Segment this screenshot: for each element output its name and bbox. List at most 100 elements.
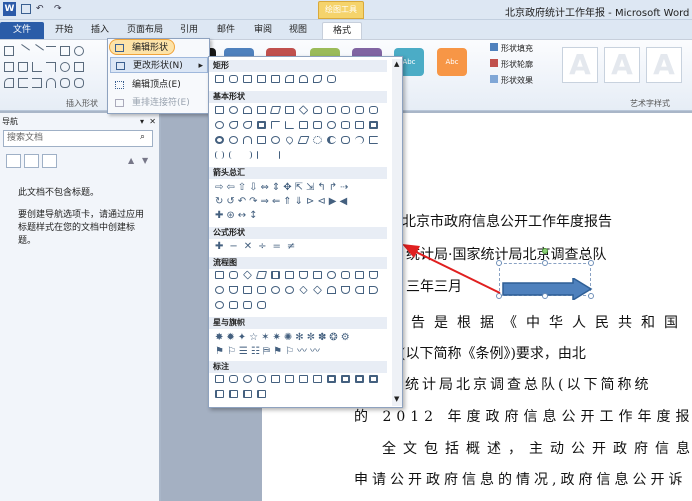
callout-bordered-icon[interactable] [355,375,364,383]
arrow-icon[interactable] [60,62,70,72]
right-brace-icon[interactable] [271,151,280,159]
chevron-down-icon[interactable]: ▾ [140,115,144,128]
round-rectangle-icon[interactable] [285,75,294,83]
left-brace-icon[interactable] [257,151,266,159]
callout-bordered-icon[interactable] [369,375,378,383]
offpage-connector-icon[interactable] [229,286,238,294]
line-icon[interactable] [46,46,56,56]
summing-junction-icon[interactable] [271,286,280,294]
alternate-process-icon[interactable] [229,271,238,279]
nav-search-input[interactable]: 搜索文档 [3,130,153,147]
connector-icon[interactable] [215,286,224,294]
internal-storage-icon[interactable] [285,271,294,279]
callout-accent-icon[interactable] [215,390,224,398]
merge-icon[interactable] [341,286,350,294]
hexagon-icon[interactable] [327,106,336,114]
display-icon[interactable] [257,301,266,309]
doc-line[interactable]: 家统计局北京调查总队(以下简称统 [388,374,651,394]
doc-line[interactable]: 申请公开政府信息的情况,政府信息公开诉 [354,469,686,489]
parallelogram-icon[interactable] [269,106,282,114]
line-icon[interactable] [30,44,44,58]
resize-handle[interactable] [588,260,594,266]
plaque-icon[interactable] [327,121,336,129]
redo-icon[interactable]: ↷ [54,2,62,16]
donut-icon[interactable] [215,136,224,144]
connector-icon[interactable] [46,62,56,72]
scroll-up-icon[interactable]: ▲ [394,60,399,68]
data-icon[interactable] [255,271,268,279]
diagonal-stripe-icon[interactable] [299,121,308,129]
punched-tape-icon[interactable] [257,286,266,294]
triangle-icon[interactable] [18,62,28,72]
bracket-icon[interactable] [369,136,378,144]
tab-home[interactable]: 开始 [50,22,78,39]
decision-icon[interactable] [242,270,253,280]
callout-line-icon[interactable] [285,375,294,383]
manual-input-icon[interactable] [355,271,364,279]
oval-icon[interactable] [229,106,238,114]
rectangle-icon[interactable] [215,75,224,83]
text-box-icon[interactable] [4,46,14,56]
chord-icon[interactable] [229,121,238,129]
collate-icon[interactable] [299,285,308,295]
preparation-icon[interactable] [341,271,350,279]
block-arrows-grid[interactable]: ⇨⇦⇧⇩⇔⇕✥⇱⇲↰↱⇢ ↻↺↶↷⇒⇐⇑⇓⊳⊲▶◀ ✚⊛↔↕ [215,181,385,225]
shape-style-orange[interactable]: Abc [437,48,467,76]
direct-access-storage-icon[interactable] [243,301,252,309]
block-arrows-row-1[interactable]: ⇨⇦⇧⇩⇔⇕✥⇱⇲↰↱⇢ [215,181,385,195]
rectangle-icon[interactable] [4,62,14,72]
octagon-icon[interactable] [355,106,364,114]
heptagon-icon[interactable] [341,106,350,114]
shape-effect-button[interactable]: 形状效果 [490,75,533,87]
triangle-icon[interactable] [243,106,252,114]
extract-icon[interactable] [327,286,336,294]
tab-review[interactable]: 审阅 [249,22,277,39]
wordart-style-3[interactable]: A [646,47,682,83]
tab-results[interactable] [42,154,57,168]
right-bracket-icon[interactable] [243,151,252,159]
edit-points-menu-item[interactable]: 编辑顶点(E) [110,77,208,93]
cloud-icon[interactable] [341,136,350,144]
equation-shapes-row[interactable]: ✚−✕÷=≠ [215,241,385,252]
resize-handle[interactable] [588,293,594,299]
undo-icon[interactable]: ↶ [36,2,44,16]
frame-icon[interactable] [257,121,266,129]
pie-icon[interactable] [215,121,224,129]
edit-shape-button[interactable]: 编辑形状 [109,39,175,55]
snip-rectangle-icon[interactable] [243,75,252,83]
rectangle-shapes-row[interactable] [215,75,385,87]
callout-bordered-icon[interactable] [327,375,336,383]
tab-insert[interactable]: 插入 [86,22,114,39]
callout-rectangle-icon[interactable] [215,375,224,383]
folded-corner-icon[interactable] [257,136,266,144]
tab-file[interactable]: 文件 [0,22,44,39]
rectangle-icon[interactable] [60,46,70,56]
arrow-icon[interactable] [74,62,84,72]
card-icon[interactable] [243,286,252,294]
save-icon[interactable] [21,4,31,14]
callouts-grid[interactable] [215,375,385,405]
block-arrows-row-2[interactable]: ↻↺↶↷⇒⇐⇑⇓⊳⊲▶◀ [215,195,385,209]
left-bracket-icon[interactable] [229,151,238,159]
delay-icon[interactable] [369,286,378,294]
brace-icon[interactable] [60,78,70,88]
change-shape-menu-item[interactable]: 更改形状(N) ▸ [110,57,208,73]
close-icon[interactable]: ✕ [149,115,156,128]
wordart-style-1[interactable]: A [562,47,598,83]
tab-format[interactable]: 格式 [322,22,362,39]
block-arc-icon[interactable] [243,136,252,144]
triangle-icon[interactable] [4,78,14,88]
magnetic-disk-icon[interactable] [229,301,238,309]
text-box-icon[interactable] [215,106,224,114]
stars-banners-grid[interactable]: ✸✹✦☆✶✷✺✻✼✽❂⚙ ⚑⚐☰☷⛿⚑⚐〰〰 [215,331,385,361]
round-rectangle-icon[interactable] [327,75,336,83]
callout-accent-icon[interactable] [243,390,252,398]
can-icon[interactable] [341,121,350,129]
scroll-down-icon[interactable]: ▼ [394,395,399,403]
curve-icon[interactable] [46,78,56,88]
diamond-icon[interactable] [298,105,309,115]
brace-icon[interactable] [74,78,84,88]
snip-rectangle-icon[interactable] [257,75,266,83]
heart-icon[interactable] [284,135,295,145]
basic-shapes-grid[interactable] [215,105,385,164]
